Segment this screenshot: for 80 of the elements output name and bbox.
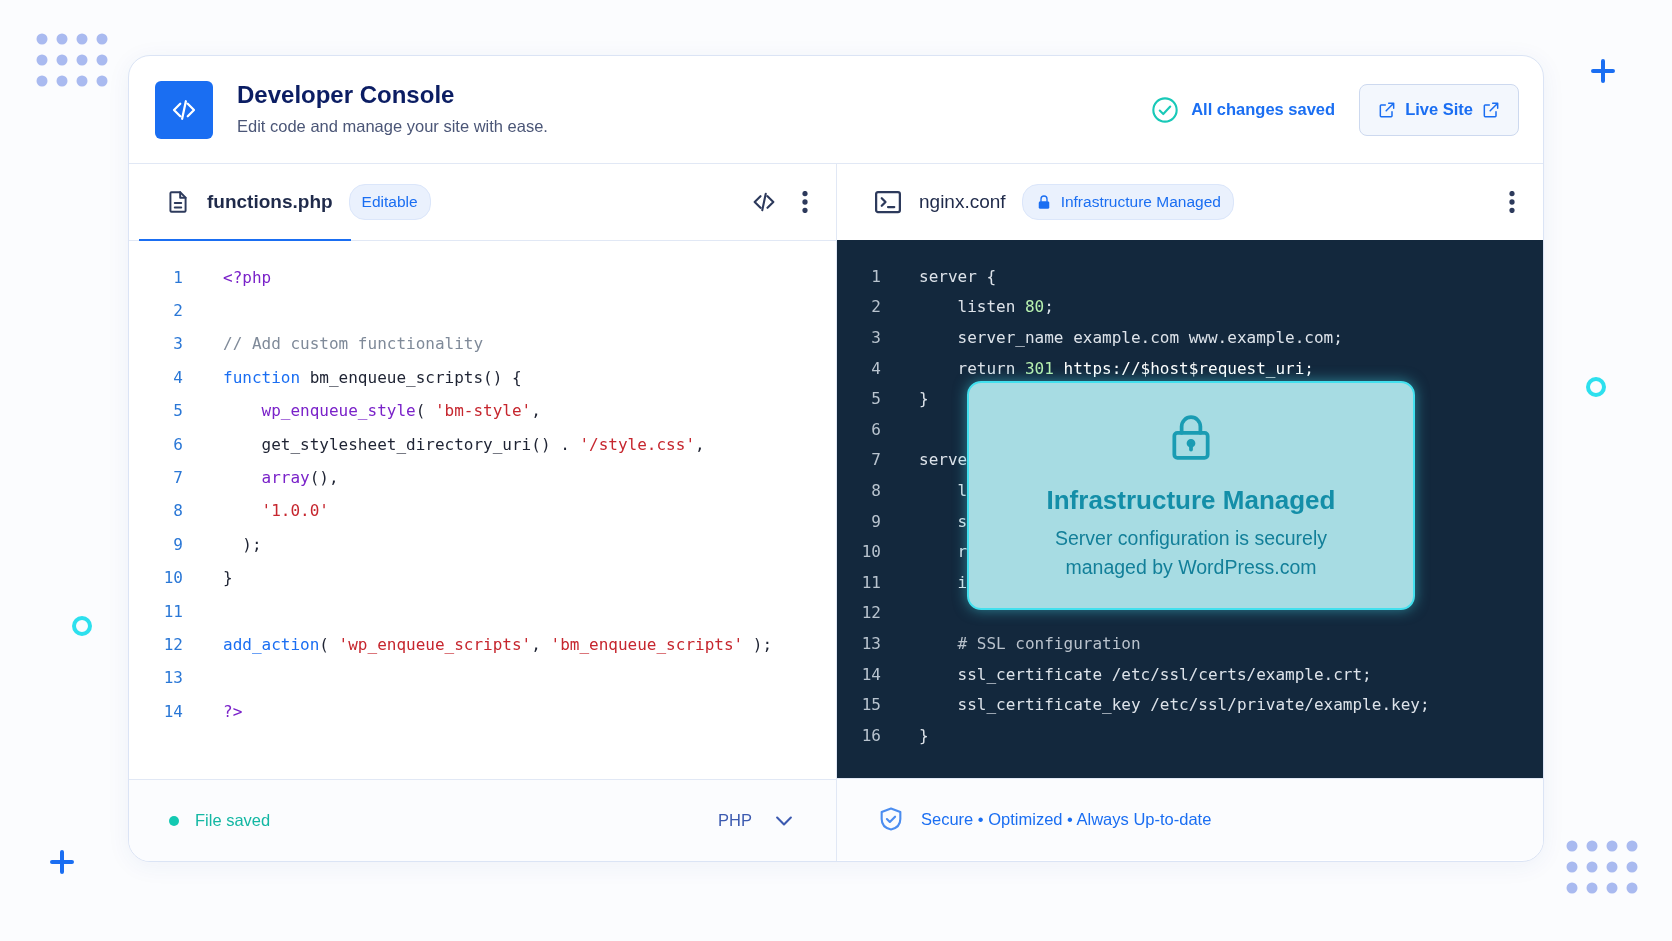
code-line: '1.0.0' [260,500,329,523]
line-number: 13 [860,632,881,655]
plus-icon [50,850,74,874]
ring-icon [71,615,93,637]
line-number: 3 [172,333,183,356]
page-subtitle: Edit code and manage your site with ease. [237,115,548,137]
code-line: get_stylesheet_directory_uri() . '/style.css', [260,433,705,456]
dot-grid-icon [36,33,108,87]
code-line: i [956,571,968,594]
line-number: 6 [870,418,881,441]
line-number: 5 [870,388,881,411]
line-number: 1 [870,265,881,288]
code-line: s [956,510,968,533]
code-line: ?> [223,700,243,723]
line-number: 15 [860,694,881,717]
line-number: 9 [870,510,881,533]
line-number: 11 [162,600,183,623]
line-number: 2 [870,296,881,319]
code-line: function bm_enqueue_scripts() { [223,366,522,389]
code-line: server_name example.com www.example.com; [956,327,1343,349]
code-logo-icon [155,80,213,139]
code-line: return 301 https://$host$request_uri; [956,357,1314,380]
language-dropdown[interactable]: PHP [718,808,792,833]
code-line: <?php [223,266,272,289]
file-status: File saved [195,810,271,832]
live-site-button[interactable]: Live Site [1359,83,1519,136]
code-line: server { [919,265,997,288]
code-line: add_action( 'wp_enqueue_scripts', 'bm_enqueue_scripts' ); [223,634,773,656]
line-number: 12 [860,602,881,625]
line-number: 7 [172,467,183,490]
notice-title: Infrastructure Managed [1046,484,1336,518]
line-number: 12 [162,634,183,656]
line-number: 10 [860,541,881,564]
line-number: 6 [172,433,183,456]
line-number: 2 [172,300,183,323]
status-badge: Editable [348,184,431,220]
line-number: 10 [162,567,183,590]
dot-grid-icon [1566,840,1638,894]
check-circle-icon [1151,95,1180,124]
code-line: l [956,479,968,502]
code-line: ssl_certificate /etc/ssl/certs/example.crt; [956,663,1372,686]
line-number: 4 [870,357,881,380]
code-line: } [223,567,233,590]
code-line: # SSL configuration [956,632,1141,655]
code-line: } [919,388,929,411]
notice-message: Server configuration is securely managed by WordPress.com [1053,526,1328,580]
line-number: 8 [870,479,881,502]
code-line: wp_enqueue_style( 'bm-style', [260,400,541,423]
file-tab[interactable]: functions.php [207,187,333,217]
line-number: 14 [162,700,183,723]
line-number: 13 [162,667,183,690]
code-line: } [919,724,929,747]
page-title: Developer Console [237,80,456,110]
save-status: All changes saved [1191,99,1336,121]
file-tab[interactable]: nginx.conf [919,187,1006,217]
line-number: 11 [860,571,881,594]
line-number: 16 [860,724,881,747]
line-number: 5 [172,400,183,423]
plus-icon [1591,59,1615,83]
ring-icon [1585,376,1607,398]
more-options-icon[interactable] [802,191,808,213]
line-number: 8 [172,500,183,523]
security-status: Secure • Optimized • Always Up-to-date [921,808,1212,830]
code-line: r [956,541,968,564]
line-number: 7 [870,449,881,472]
code-line: ssl_certificate_key /etc/ssl/private/example.key; [956,694,1430,717]
more-options-icon[interactable] [1509,191,1515,213]
line-number: 1 [172,266,183,289]
status-dot [169,815,179,826]
code-line: ); [241,533,262,556]
line-number: 14 [860,663,881,686]
line-number: 4 [172,366,183,389]
chevron-icon [776,815,792,826]
line-number: 9 [172,533,183,556]
line-number: 3 [870,327,881,349]
code-line: listen 80; [956,296,1054,319]
code-line: // Add custom functionality [223,333,484,356]
code-line: serve [919,449,968,472]
status-badge: Infrastructure Managed [1021,184,1234,220]
code-line: array(), [260,467,339,490]
